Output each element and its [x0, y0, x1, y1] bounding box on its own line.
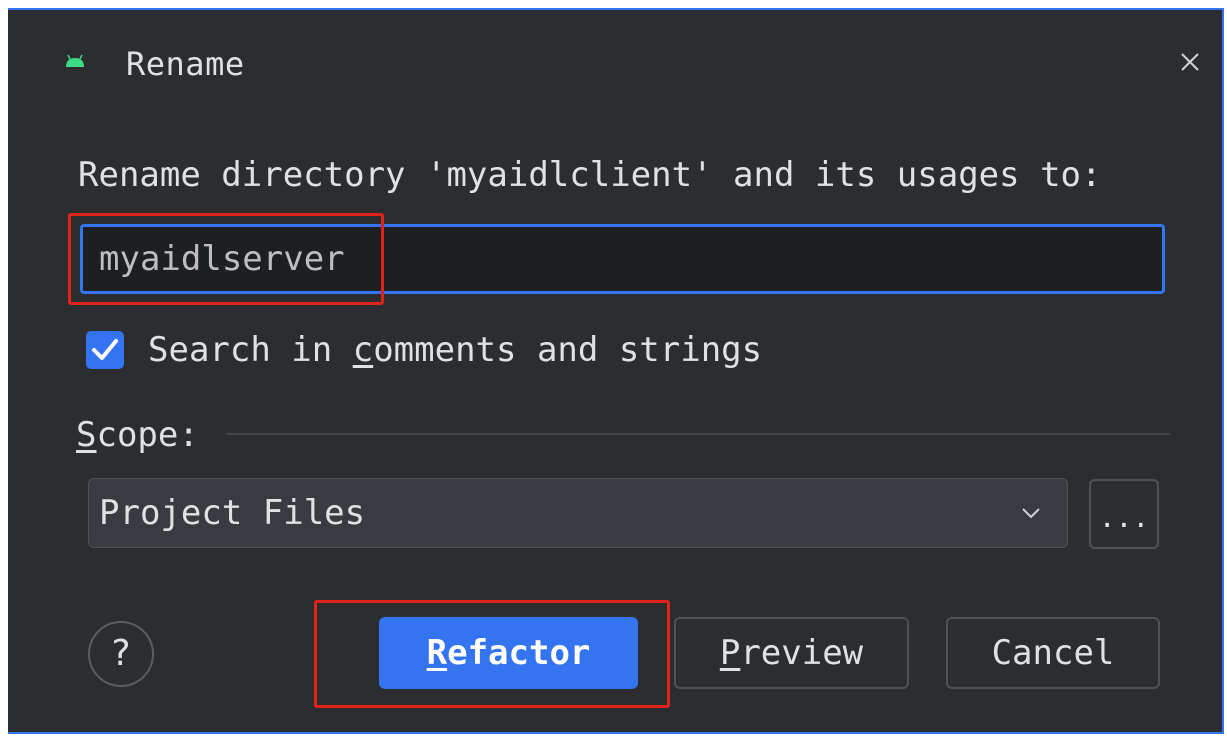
- rename-dialog: Rename Rename directory 'myaidlclient' a…: [8, 8, 1224, 734]
- dialog-title: Rename: [126, 45, 245, 83]
- label-text: omments and strings: [373, 330, 763, 370]
- preview-label: review: [740, 633, 864, 673]
- scope-label-text: cope:: [96, 415, 199, 455]
- cancel-button[interactable]: Cancel: [946, 617, 1160, 689]
- scope-selected-value: Project Files: [99, 493, 366, 533]
- label-text: Search in: [148, 330, 353, 370]
- label-mnemonic: c: [352, 330, 374, 370]
- scope-divider: [226, 433, 1170, 435]
- scope-mnemonic: S: [76, 415, 97, 455]
- search-comments-label[interactable]: Search in comments and strings: [148, 330, 762, 370]
- search-comments-checkbox[interactable]: [86, 331, 124, 369]
- scope-label: Scope:: [76, 415, 199, 455]
- new-name-input[interactable]: [80, 224, 1165, 294]
- scope-dropdown[interactable]: Project Files: [88, 478, 1068, 548]
- page-edge: [0, 0, 8, 739]
- android-icon: [66, 54, 84, 67]
- preview-mnemonic: P: [719, 633, 741, 673]
- refactor-mnemonic: R: [426, 633, 448, 673]
- preview-button[interactable]: Preview: [674, 617, 909, 689]
- close-icon[interactable]: [1176, 48, 1204, 76]
- help-button[interactable]: ?: [88, 621, 154, 687]
- rename-prompt: Rename directory 'myaidlclient' and its …: [78, 155, 1102, 195]
- chevron-down-icon: [1022, 508, 1040, 519]
- checkmark-icon: [92, 339, 118, 360]
- refactor-label: efactor: [447, 633, 591, 673]
- scope-more-button[interactable]: ...: [1089, 479, 1159, 549]
- refactor-button[interactable]: Refactor: [379, 617, 638, 689]
